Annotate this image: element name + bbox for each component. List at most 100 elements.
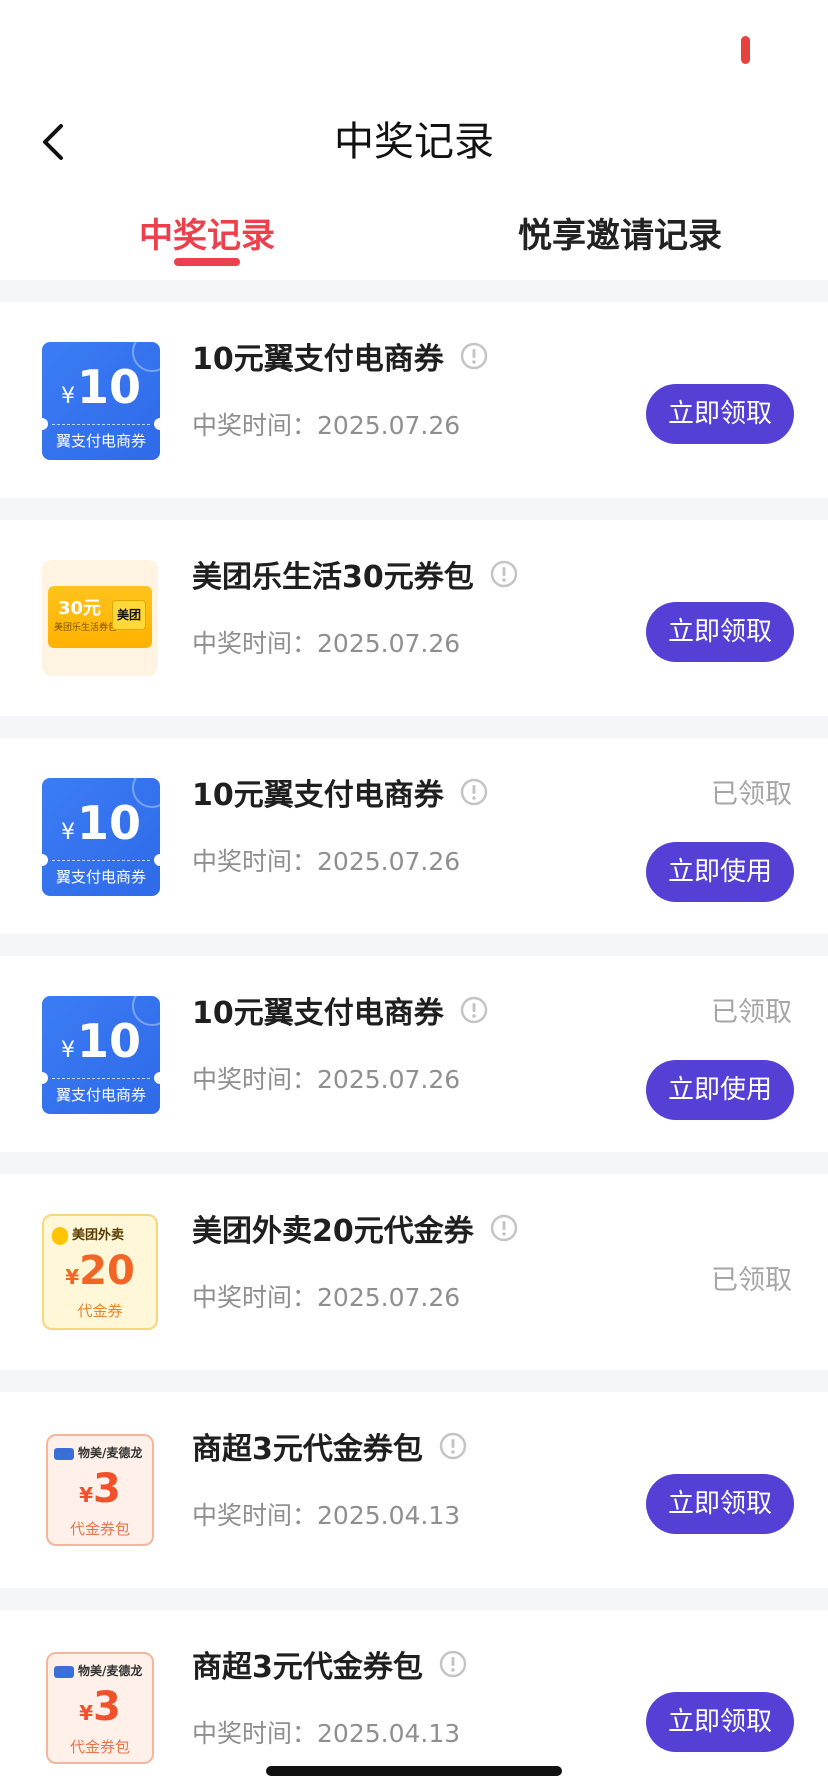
coupon-amount: 10 <box>76 796 141 850</box>
item-title: 10元翼支付电商券 <box>192 342 444 377</box>
currency-symbol: ¥ <box>65 1265 80 1289</box>
coupon-label: 代金券包 <box>69 1738 130 1756</box>
info-icon[interactable] <box>490 1214 518 1242</box>
currency-symbol: ¥ <box>79 1701 94 1725</box>
currency-symbol: ¥ <box>60 1038 75 1063</box>
claim-now-button[interactable]: 立即领取 <box>646 1692 794 1752</box>
use-now-button[interactable]: 立即使用 <box>646 1060 794 1120</box>
home-indicator <box>266 1766 562 1776</box>
record-list: ¥10 翼支付电商券 10元翼支付电商券 中奖时间：2025.07.26 立即领取 30元… <box>0 280 828 1792</box>
coupon-brand: 物美/麦德龙 <box>78 1664 143 1678</box>
coupon-thumbnail: 物美/麦德龙 ¥3 代金券包 <box>46 1434 154 1546</box>
claimed-status: 已领取 <box>711 779 792 810</box>
currency-symbol: ¥ <box>79 1483 94 1507</box>
coupon-label: 翼支付电商券 <box>55 1086 146 1104</box>
win-time-label: 中奖时间： <box>192 1065 318 1094</box>
coupon-label: 翼支付电商券 <box>55 432 146 450</box>
win-time-value: 2025.07.26 <box>317 1283 461 1312</box>
coupon-thumbnail: ¥10 翼支付电商券 <box>42 778 160 896</box>
coupon-thumbnail: 30元美团乐生活券包 美团 <box>42 560 158 676</box>
win-time-value: 2025.07.26 <box>317 1065 461 1094</box>
list-item: 30元 美团乐生活券包 美团 美团乐生活30元券包 中奖时间：2025.07.26 立即领… <box>0 520 828 716</box>
list-item: ¥10 翼支付电商券 10元翼支付电商券 中奖时间：2025.07.26 已领取 立即使用 <box>0 956 828 1152</box>
claim-now-button[interactable]: 立即领取 <box>646 1474 794 1534</box>
coupon-label: 代金券包 <box>69 1520 130 1538</box>
win-time-value: 2025.04.13 <box>317 1501 461 1530</box>
list-divider <box>0 280 828 302</box>
coupon-brand: 美团外卖 <box>72 1228 125 1243</box>
recording-indicator <box>741 36 750 64</box>
win-time-value: 2025.07.26 <box>317 411 461 440</box>
coupon-brand: 物美/麦德龙 <box>78 1446 143 1460</box>
list-item: ¥10 翼支付电商券 10元翼支付电商券 中奖时间：2025.07.26 已领取 立即使用 <box>0 738 828 934</box>
meituan-logo: 美团 <box>112 600 146 630</box>
tab-bar: 中奖记录 悦享邀请记录 <box>0 196 828 280</box>
win-time-value: 2025.07.26 <box>317 847 461 876</box>
claimed-status: 已领取 <box>711 997 792 1028</box>
coupon-amount: 3 <box>93 1684 121 1730</box>
win-time-value: 2025.04.13 <box>317 1719 461 1748</box>
list-divider <box>0 1588 828 1610</box>
item-title: 商超3元代金券包 <box>192 1650 423 1685</box>
win-time-label: 中奖时间： <box>192 1719 318 1748</box>
status-bar <box>0 0 828 96</box>
win-time: 中奖时间：2025.04.13 <box>192 1714 460 1750</box>
item-title: 美团外卖20元代金券 <box>192 1214 474 1249</box>
active-tab-indicator <box>174 258 240 266</box>
currency-symbol: ¥ <box>60 820 75 845</box>
coupon-thumbnail: ¥10 翼支付电商券 <box>42 342 160 460</box>
win-time: 中奖时间：2025.07.26 <box>192 1060 460 1096</box>
info-icon[interactable] <box>460 778 488 806</box>
list-divider <box>0 498 828 520</box>
win-time-label: 中奖时间： <box>192 1283 318 1312</box>
coupon-label: 美团乐生活券包 <box>54 623 118 633</box>
win-time-label: 中奖时间： <box>192 847 318 876</box>
claimed-status: 已领取 <box>711 1265 792 1296</box>
coupon-thumbnail: 美团外卖 ¥20 代金券 <box>42 1214 158 1330</box>
tab-invite-records[interactable]: 悦享邀请记录 <box>480 210 760 262</box>
tab-prize-records[interactable]: 中奖记录 <box>100 210 314 262</box>
coupon-thumbnail: 物美/麦德龙 ¥3 代金券包 <box>46 1652 154 1764</box>
store-logo-icon <box>54 1447 74 1460</box>
info-icon[interactable] <box>439 1432 467 1460</box>
win-time: 中奖时间：2025.07.26 <box>192 624 460 660</box>
win-time: 中奖时间：2025.07.26 <box>192 842 460 878</box>
coupon-amount: 20 <box>79 1248 135 1294</box>
coupon-label: 代金券 <box>77 1302 123 1320</box>
kangaroo-icon <box>52 1226 68 1245</box>
nav-bar: 中奖记录 <box>0 96 828 188</box>
win-time: 中奖时间：2025.07.26 <box>192 406 460 442</box>
coupon-label: 翼支付电商券 <box>55 868 146 886</box>
list-divider <box>0 716 828 738</box>
win-time-label: 中奖时间： <box>192 629 318 658</box>
page-title: 中奖记录 <box>334 119 494 165</box>
info-icon[interactable] <box>439 1650 467 1678</box>
info-icon[interactable] <box>490 560 518 588</box>
currency-symbol: ¥ <box>60 384 75 409</box>
coupon-thumbnail: ¥10 翼支付电商券 <box>42 996 160 1114</box>
item-title: 商超3元代金券包 <box>192 1432 423 1467</box>
win-time-value: 2025.07.26 <box>317 629 461 658</box>
list-item: 美团外卖 ¥20 代金券 美团外卖20元代金券 中奖时间：2025.07.26 已领取 <box>0 1174 828 1370</box>
win-time: 中奖时间：2025.04.13 <box>192 1496 460 1532</box>
win-time-label: 中奖时间： <box>192 1501 318 1530</box>
store-logo-icon <box>54 1665 74 1678</box>
claim-now-button[interactable]: 立即领取 <box>646 602 794 662</box>
item-title: 10元翼支付电商券 <box>192 778 444 813</box>
use-now-button[interactable]: 立即使用 <box>646 842 794 902</box>
coupon-amount: 10 <box>76 1014 141 1068</box>
win-time: 中奖时间：2025.07.26 <box>192 1278 460 1314</box>
list-divider <box>0 934 828 956</box>
claim-now-button[interactable]: 立即领取 <box>646 384 794 444</box>
coupon-amount: 3 <box>93 1466 121 1512</box>
coupon-amount: 10 <box>76 360 141 414</box>
list-item: 物美/麦德龙 ¥3 代金券包 商超3元代金券包中奖时间：2025.04.13 立即领取 <box>0 1392 828 1588</box>
list-divider <box>0 1370 828 1392</box>
list-item: ¥10 翼支付电商券 10元翼支付电商券 中奖时间：2025.07.26 立即领取 <box>0 302 828 498</box>
coupon-amount: 30元 <box>58 598 102 619</box>
info-icon[interactable] <box>460 996 488 1024</box>
win-time-label: 中奖时间： <box>192 411 318 440</box>
list-divider <box>0 1152 828 1174</box>
info-icon[interactable] <box>460 342 488 370</box>
item-title: 美团乐生活30元券包 <box>192 560 474 595</box>
